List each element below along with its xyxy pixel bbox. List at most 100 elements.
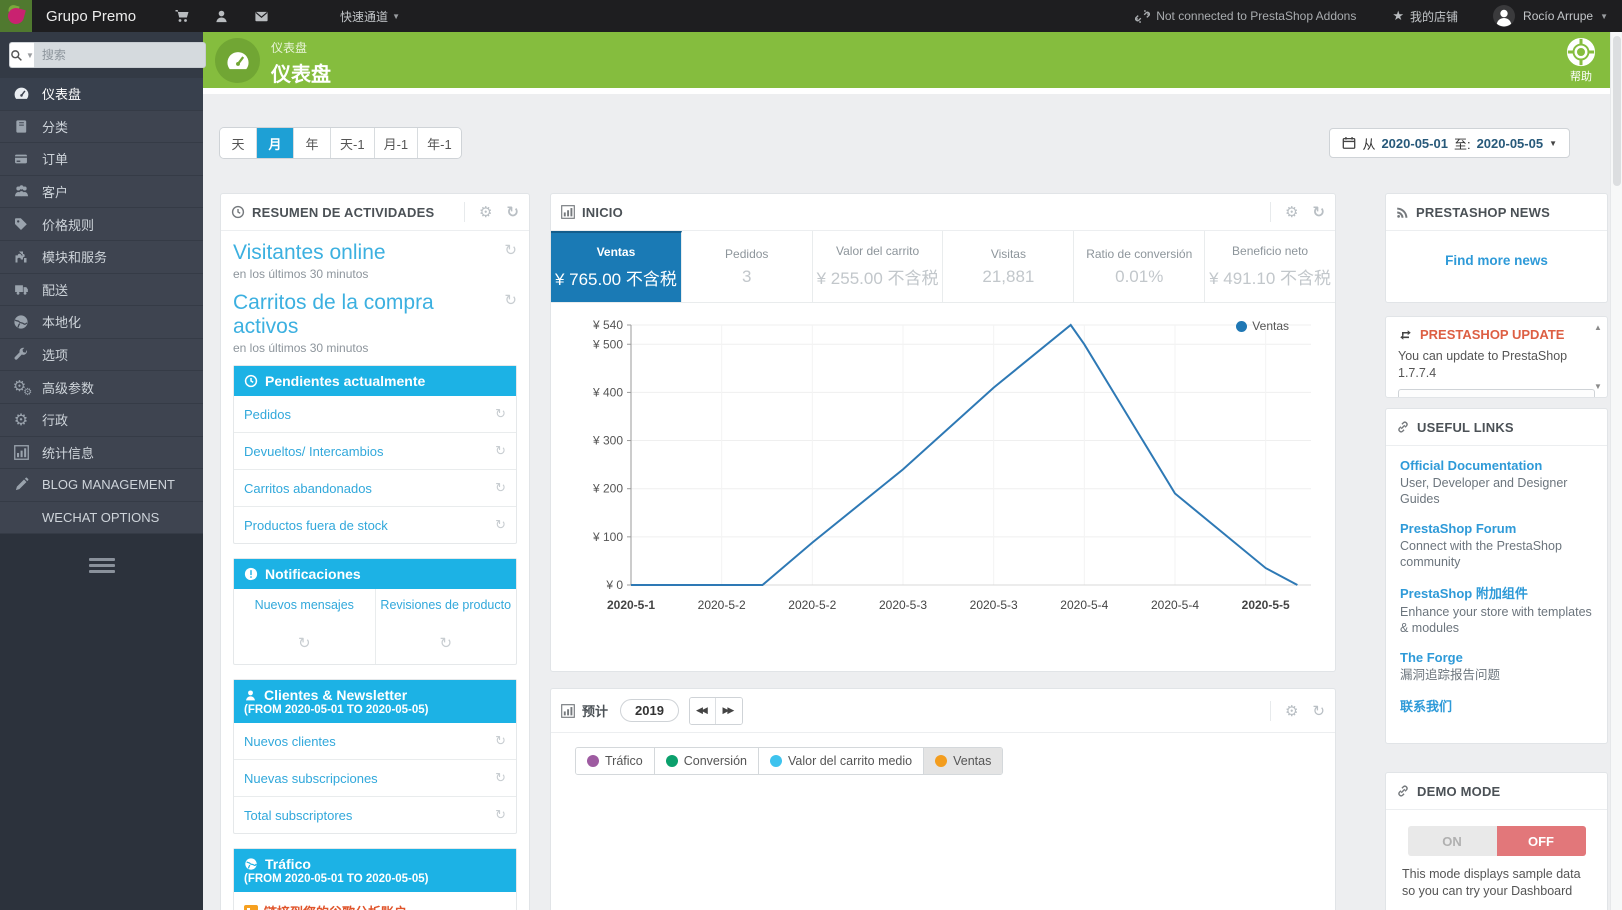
sidebar-item-3[interactable]: 客户 xyxy=(0,176,203,209)
refresh-icon: ↻ xyxy=(495,733,506,749)
refresh-icon[interactable]: ↻ xyxy=(506,203,519,221)
notification-cell-0[interactable]: Nuevos mensajes↻ xyxy=(234,589,376,664)
forecast-legend-0[interactable]: Tráfico xyxy=(576,748,655,774)
sidebar-item-5[interactable]: 模块和服务 xyxy=(0,241,203,274)
refresh-icon[interactable]: ↻ xyxy=(1312,203,1325,221)
previous-year-button[interactable]: ◀◀ xyxy=(690,698,716,724)
sidebar-item-1[interactable]: 分类 xyxy=(0,111,203,144)
filter-button-1[interactable]: 月 xyxy=(257,128,294,158)
sidebar-collapse-button[interactable] xyxy=(89,558,115,573)
filter-button-5[interactable]: 年-1 xyxy=(418,128,461,158)
pending-row-0[interactable]: Pedidos↻ xyxy=(234,396,516,433)
customers-icon xyxy=(10,183,32,201)
mail-icon[interactable] xyxy=(253,9,270,24)
exclamation-icon xyxy=(244,567,258,581)
google-analytics-link[interactable]: 链接到您的谷歌分析账户 xyxy=(234,892,516,910)
sidebar-item-10[interactable]: ⚙行政 xyxy=(0,404,203,437)
sidebar-item-12[interactable]: BLOG MANAGEMENT xyxy=(0,469,203,502)
quick-access-dropdown[interactable]: 快速通道▼ xyxy=(340,8,400,25)
customer-row-2[interactable]: Total subscriptores↻ xyxy=(234,797,516,833)
useful-link-4[interactable]: 联系我们 xyxy=(1400,696,1593,715)
refresh-icon: ↻ xyxy=(495,770,506,786)
sidebar-item-4[interactable]: 价格规则 xyxy=(0,208,203,241)
visitors-online-link[interactable]: Visitantes online↻ xyxy=(233,241,517,265)
refresh-icon[interactable]: ↻ xyxy=(1312,702,1325,720)
flower-icon xyxy=(6,6,26,26)
sidebar-item-7[interactable]: 本地化 xyxy=(0,306,203,339)
filter-button-4[interactable]: 月-1 xyxy=(375,128,419,158)
kpi-2[interactable]: Valor del carrito¥ 255.00 不含税 xyxy=(813,231,944,302)
forecast-legend-1[interactable]: Conversión xyxy=(655,748,759,774)
active-carts-link[interactable]: Carritos de la compra activos↻ xyxy=(233,291,517,339)
filter-button-2[interactable]: 年 xyxy=(294,128,331,158)
find-more-news-link[interactable]: Find more news xyxy=(1386,253,1607,268)
kpi-label: Visitas xyxy=(991,247,1026,261)
sidebar-item-13[interactable]: WECHAT OPTIONS xyxy=(0,502,203,535)
link-title: Official Documentation xyxy=(1400,458,1593,473)
cart-icon[interactable] xyxy=(174,8,190,24)
chart-legend[interactable]: Ventas xyxy=(1236,319,1289,333)
link-description: Enhance your store with templates & modu… xyxy=(1400,604,1593,637)
brand-logo[interactable] xyxy=(0,0,32,32)
notification-cell-1[interactable]: Revisiones de producto↻ xyxy=(376,589,517,664)
pending-row-1[interactable]: Devueltos/ Intercambios↻ xyxy=(234,433,516,470)
customer-row-1[interactable]: Nuevas subscripciones↻ xyxy=(234,760,516,797)
globe-icon xyxy=(244,857,258,871)
kpi-3[interactable]: Visitas21,881 xyxy=(943,231,1074,302)
useful-link-0[interactable]: Official DocumentationUser, Developer an… xyxy=(1400,458,1593,508)
next-year-button[interactable]: ▶▶ xyxy=(716,698,742,724)
scroll-down-icon[interactable]: ▼ xyxy=(1592,382,1604,391)
sidebar-item-8[interactable]: 选项 xyxy=(0,339,203,372)
kpi-label: Pedidos xyxy=(725,247,768,261)
link-icon xyxy=(1396,420,1410,434)
help-label: 帮助 xyxy=(1566,68,1596,84)
advanced-params-icon: ⚙⚙ xyxy=(10,378,32,396)
pending-row-2[interactable]: Carritos abandonados↻ xyxy=(234,470,516,507)
customers-quick-icon[interactable] xyxy=(214,9,229,24)
person-icon xyxy=(244,689,257,702)
panel-scrollbar[interactable]: ▲ ▼ xyxy=(1592,323,1604,391)
sidebar-item-0[interactable]: 仪表盘 xyxy=(0,78,203,111)
kpi-0[interactable]: Ventas¥ 765.00 不含税 xyxy=(551,231,682,302)
useful-link-1[interactable]: PrestaShop ForumConnect with the PrestaS… xyxy=(1400,521,1593,571)
update-button-partial[interactable] xyxy=(1398,389,1595,398)
date-range-picker[interactable]: 从 2020-05-01 至: 2020-05-05 ▼ xyxy=(1329,128,1570,158)
forecast-panel: 预计 2019 ◀◀ ▶▶ ⚙↻ TráficoConversiónValor … xyxy=(550,688,1336,910)
useful-link-3[interactable]: The Forge漏洞追踪报告问题 xyxy=(1400,650,1593,683)
demo-on-button[interactable]: ON xyxy=(1408,826,1497,856)
kpi-4[interactable]: Ratio de conversión0.01% xyxy=(1074,231,1205,302)
kpi-1[interactable]: Pedidos3 xyxy=(682,231,813,302)
pending-row-3[interactable]: Productos fuera de stock↻ xyxy=(234,507,516,543)
sidebar-item-11[interactable]: 统计信息 xyxy=(0,437,203,470)
my-shop-link[interactable]: ★我的店铺 xyxy=(1392,8,1458,25)
filter-button-0[interactable]: 天 xyxy=(220,128,257,158)
sidebar-item-label: 行政 xyxy=(42,410,68,429)
filter-button-3[interactable]: 天-1 xyxy=(331,128,375,158)
customer-row-0[interactable]: Nuevos clientes↻ xyxy=(234,723,516,760)
modules-icon xyxy=(10,248,32,266)
demo-off-button[interactable]: OFF xyxy=(1497,826,1586,856)
sidebar-item-9[interactable]: ⚙⚙高级参数 xyxy=(0,371,203,404)
forecast-legend-2[interactable]: Valor del carrito medio xyxy=(759,748,924,774)
scroll-thumb[interactable] xyxy=(1613,36,1621,186)
user-menu[interactable]: Rocío Arrupe▼ xyxy=(1492,4,1608,28)
gear-icon[interactable]: ⚙ xyxy=(1285,702,1298,720)
time-filter-group: 天月年天-1月-1年-1 xyxy=(220,128,461,158)
search-input[interactable] xyxy=(34,42,206,68)
sidebar-item-6[interactable]: 配送 xyxy=(0,274,203,307)
chevron-down-icon: ▼ xyxy=(1549,139,1557,148)
sidebar-item-2[interactable]: 订单 xyxy=(0,143,203,176)
addons-status[interactable]: Not connected to PrestaShop Addons xyxy=(1135,9,1356,24)
useful-link-2[interactable]: PrestaShop 附加组件Enhance your store with t… xyxy=(1400,583,1593,637)
kpi-5[interactable]: Beneficio neto¥ 491.10 不含税 xyxy=(1205,231,1335,302)
sidebar-menu: 仪表盘分类订单客户价格规则模块和服务配送本地化选项⚙⚙高级参数⚙行政统计信息BL… xyxy=(0,78,203,534)
page-scrollbar[interactable] xyxy=(1610,32,1622,910)
gear-icon[interactable]: ⚙ xyxy=(1285,203,1298,221)
preferences-icon xyxy=(10,346,32,364)
scroll-up-icon[interactable]: ▲ xyxy=(1592,323,1604,332)
gear-icon[interactable]: ⚙ xyxy=(479,203,492,221)
google-analytics-icon xyxy=(244,905,258,910)
forecast-legend-3[interactable]: Ventas xyxy=(924,748,1002,774)
help-button[interactable]: 帮助 xyxy=(1566,37,1596,84)
search-scope-button[interactable]: ▼ xyxy=(9,42,34,68)
